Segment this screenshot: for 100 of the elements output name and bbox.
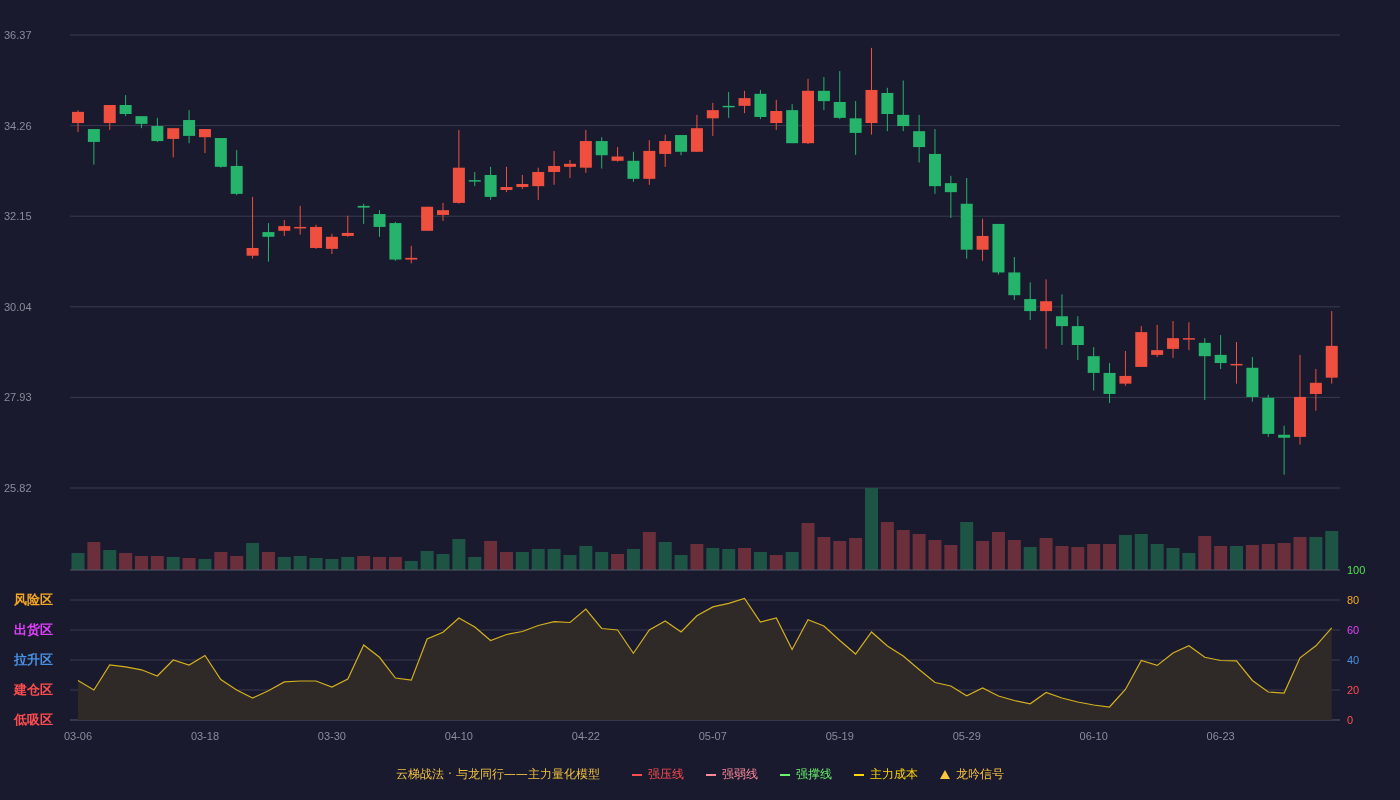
volume-bar [547, 549, 561, 570]
volume-bar [1309, 537, 1323, 570]
candlestick [881, 87, 894, 132]
candlestick [1119, 350, 1132, 387]
date-label: 03-18 [190, 730, 220, 742]
volume-bar [309, 558, 323, 570]
volume-bar [1023, 547, 1037, 570]
candlestick [357, 203, 370, 225]
legend-label[interactable]: 强压线 [647, 766, 684, 783]
volume-bar [658, 542, 672, 570]
candlestick [548, 150, 561, 186]
axis-label: 27.93 [4, 391, 32, 404]
legend-label[interactable]: 强弱线 [721, 766, 758, 783]
axis-label: 25.82 [4, 482, 32, 494]
candlestick [659, 134, 672, 168]
candlestick [992, 223, 1005, 276]
candlestick [913, 114, 926, 164]
volume-bar [801, 523, 815, 570]
candlestick [262, 222, 275, 263]
volume-bar [595, 552, 609, 570]
candlestick [1278, 425, 1291, 476]
volume-bar [642, 532, 656, 570]
candlestick [1182, 321, 1195, 351]
legend-label[interactable]: 龙吟信号 [955, 766, 1004, 783]
volume-bar [928, 540, 942, 570]
date-label: 04-22 [571, 730, 600, 742]
candlestick [1103, 362, 1116, 404]
volume-bar [785, 552, 799, 570]
candlestick [183, 109, 196, 144]
candlestick [119, 94, 132, 117]
volume-bar [325, 559, 339, 570]
legend-title: 云梯战法 · 与龙同行——主力量化模型 [396, 766, 600, 783]
candlestick [87, 128, 100, 166]
candlestick [151, 117, 164, 143]
candlestick [770, 99, 783, 131]
candlestick [929, 128, 941, 195]
candlestick [310, 224, 323, 250]
candlestick [1087, 346, 1100, 392]
volume-bar [626, 549, 640, 570]
candlestick [722, 91, 735, 119]
volume-bar [500, 552, 513, 570]
candlestick [849, 100, 862, 156]
date-label: 05-19 [825, 730, 854, 742]
zone-label: 风险区 [14, 592, 53, 607]
candlestick [1055, 293, 1068, 346]
zone-label: 出货区 [14, 622, 53, 637]
volume-bar [1230, 546, 1243, 570]
candlestick [246, 196, 259, 260]
volume-bar [357, 556, 371, 570]
candlestick [1167, 320, 1180, 359]
volume-bar [515, 552, 529, 570]
candlestick [1040, 278, 1053, 350]
volume-bar [135, 556, 148, 570]
volume-bar [579, 546, 593, 570]
volume-bar [611, 554, 625, 570]
candlestick [1246, 356, 1259, 403]
date-label: 06-10 [1079, 730, 1108, 742]
volume-bar [1118, 535, 1132, 570]
candlestick [373, 209, 386, 238]
candlestick [135, 115, 148, 129]
axis-label: 36.37 [4, 29, 32, 41]
volume-bar [1150, 544, 1164, 570]
volume-bar [833, 541, 847, 570]
volume-bar [230, 556, 244, 570]
axis-label: 0 [1347, 714, 1354, 726]
legend-label[interactable]: 强撑线 [795, 766, 832, 783]
volume-bar [150, 556, 164, 570]
legend-label[interactable]: 主力成本 [869, 766, 918, 783]
volume-bar [912, 534, 926, 570]
candlestick [817, 76, 830, 111]
candlestick [103, 104, 116, 131]
volume-bar [960, 522, 974, 570]
candlestick [579, 129, 592, 174]
candlestick [72, 109, 84, 133]
volume-bar [1103, 544, 1117, 570]
candlestick [690, 114, 703, 153]
axis-label: 100 [1347, 564, 1366, 576]
candlestick [627, 151, 640, 183]
candlestick [976, 218, 989, 262]
candlestick [437, 202, 449, 222]
volume-bar [1055, 546, 1069, 570]
volume-bar [1261, 544, 1275, 570]
axis-label: 34.26 [4, 119, 32, 132]
candlestick [1135, 325, 1148, 368]
zone-label: 低吸区 [14, 712, 53, 727]
volume-bar [1007, 540, 1021, 570]
volume-bar [1277, 543, 1291, 570]
candlestick [294, 205, 307, 236]
candlestick [643, 139, 656, 186]
zone-label: 拉升区 [14, 652, 53, 667]
candlestick [706, 102, 719, 137]
volume-bar [1293, 537, 1307, 570]
volume-bar [103, 550, 117, 570]
candlestick [1024, 281, 1037, 321]
date-label: 03-30 [317, 730, 346, 742]
axis-label: 60 [1347, 624, 1360, 636]
candlestick [1309, 368, 1322, 412]
volume-bar [1245, 545, 1259, 570]
candlestick [786, 103, 799, 144]
volume-bar [1039, 538, 1053, 570]
